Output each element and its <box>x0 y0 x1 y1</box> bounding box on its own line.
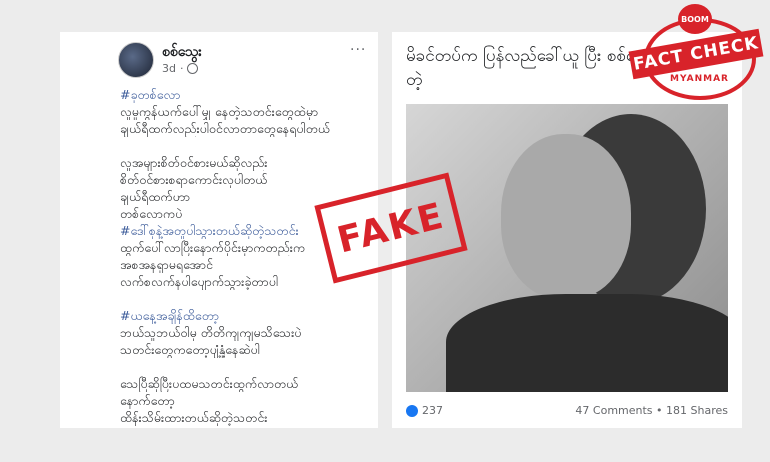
reactions[interactable]: 237 <box>406 404 443 417</box>
post-time[interactable]: 3d <box>162 62 176 75</box>
post-text-line: ဘယ်သူဘယ်ဝါမှ တိတိကျကျမသိသေးပဲ <box>120 325 302 340</box>
globe-icon <box>187 63 199 74</box>
like-count: 237 <box>422 404 443 417</box>
boom-logo: BOOM <box>678 4 712 34</box>
comments-shares-count[interactable]: 47 Comments • 181 Shares <box>575 404 728 417</box>
post-text-line: ထိန်းသိမ်းထားတယ်ဆိုတဲ့သတင်း <box>120 410 268 425</box>
post-text-line: ချယ်ရီထက်လည်းပါဝင်လာတာတွေနေရပါတယ် <box>120 121 331 136</box>
post-meta: 3d · <box>162 62 199 75</box>
badge-region: MYANMAR <box>670 74 729 84</box>
post-text-line: နောက်တော့ <box>120 393 175 408</box>
photo-body <box>446 294 728 392</box>
hashtag-link[interactable]: #ခုတစ်လော <box>120 86 370 103</box>
post-text-line: လူမှုကွန်ယက်ပေါ်မျှ နေတဲ့သတင်းတွေထဲမှာ <box>120 104 319 119</box>
post-text-line: လူအများစိတ်ဝင်စားမယ်ဆိုလည်း <box>120 155 268 170</box>
photo-face <box>501 134 631 299</box>
fake-stamp-label: FAKE <box>333 194 449 262</box>
dot-separator: · <box>179 62 184 75</box>
post-text-line: စိတ်ဝင်စားစရာကောင်းလှပါတယ် <box>120 172 268 187</box>
more-options-button[interactable]: ··· <box>350 42 366 58</box>
hashtag-link[interactable]: #ယနေ့အချိန်ထိတော့ <box>120 307 370 324</box>
post-author[interactable]: စစ်သွေး <box>162 42 202 63</box>
like-icon <box>406 404 418 417</box>
fact-check-badge: BOOM FACT CHECK MYANMAR <box>628 4 764 100</box>
post-text-line: သေပြီဆိုပြီးပထမသတင်းထွက်လာတယ် <box>120 376 299 391</box>
post-text-line: သတင်းတွေကတော့ပျံ့နှံ့နေဆဲပါ <box>120 342 260 357</box>
avatar[interactable] <box>118 42 154 78</box>
